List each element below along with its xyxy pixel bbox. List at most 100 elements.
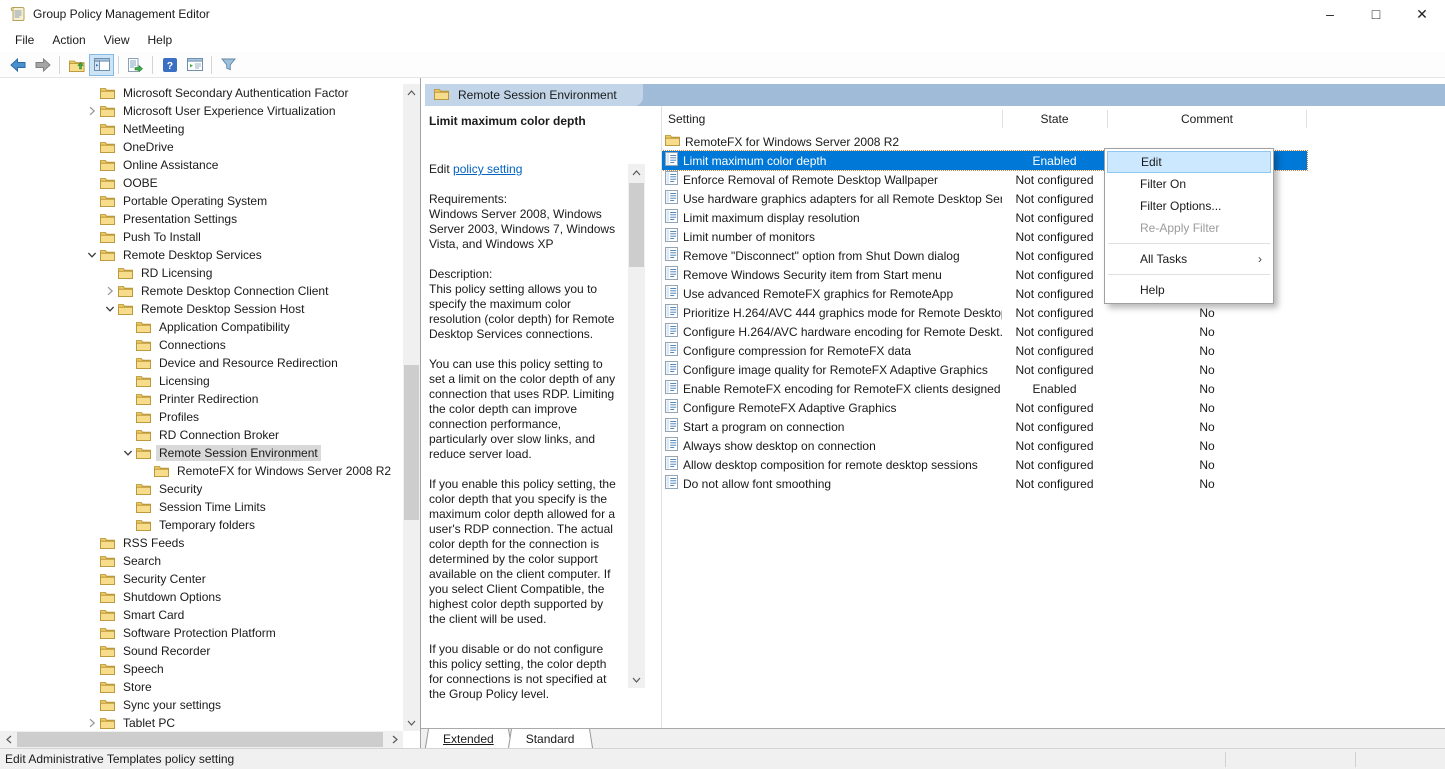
tree-item[interactable]: Tablet PC <box>0 714 403 732</box>
scroll-down-icon[interactable] <box>403 714 420 731</box>
scroll-right-icon[interactable] <box>386 731 403 748</box>
chevron-down-icon[interactable] <box>84 247 100 263</box>
scrollbar-thumb[interactable] <box>17 732 383 747</box>
table-row[interactable]: Enable RemoteFX encoding for RemoteFX cl… <box>662 379 1307 398</box>
tree-item[interactable]: Application Compatibility <box>0 318 403 336</box>
back-icon[interactable] <box>5 54 30 76</box>
close-button[interactable]: ✕ <box>1399 0 1445 28</box>
setting-cell: Limit number of monitors <box>662 228 1002 245</box>
tree-item[interactable]: Smart Card <box>0 606 403 624</box>
tree-item[interactable]: Microsoft Secondary Authentication Facto… <box>0 84 403 102</box>
scrollbar-thumb[interactable] <box>629 183 644 267</box>
tree-item[interactable]: Security <box>0 480 403 498</box>
table-row[interactable]: Configure compression for RemoteFX dataN… <box>662 341 1307 360</box>
tree-item[interactable]: OneDrive <box>0 138 403 156</box>
tree-item[interactable]: Sync your settings <box>0 696 403 714</box>
table-row[interactable]: Configure image quality for RemoteFX Ada… <box>662 360 1307 379</box>
scrollbar-thumb[interactable] <box>404 365 419 520</box>
folder-icon <box>118 267 133 279</box>
tree-vertical-scrollbar[interactable] <box>403 84 420 731</box>
scroll-up-icon[interactable] <box>403 84 420 101</box>
menu-view[interactable]: View <box>95 30 139 50</box>
chevron-down-icon[interactable] <box>102 301 118 317</box>
tree-item[interactable]: Shutdown Options <box>0 588 403 606</box>
tree-item[interactable]: RSS Feeds <box>0 534 403 552</box>
policy-setting-link[interactable]: policy setting <box>453 162 522 176</box>
tree-item[interactable]: Microsoft User Experience Virtualization <box>0 102 403 120</box>
folder-icon <box>136 519 151 531</box>
tree-item[interactable]: Device and Resource Redirection <box>0 354 403 372</box>
maximize-button[interactable]: □ <box>1353 0 1399 28</box>
tree-item[interactable]: Printer Redirection <box>0 390 403 408</box>
state-cell: Enabled <box>1002 382 1107 396</box>
tree-item[interactable]: Profiles <box>0 408 403 426</box>
tree-item-label: Security <box>156 481 205 497</box>
tree-item[interactable]: Remote Desktop Connection Client <box>0 282 403 300</box>
tree-item[interactable]: Connections <box>0 336 403 354</box>
chevron-down-icon[interactable] <box>120 445 136 461</box>
table-row[interactable]: Start a program on connectionNot configu… <box>662 417 1307 436</box>
tree-item[interactable]: Software Protection Platform <box>0 624 403 642</box>
chevron-right-icon[interactable] <box>84 103 100 119</box>
folder-icon <box>100 159 115 171</box>
table-row[interactable]: Allow desktop composition for remote des… <box>662 455 1307 474</box>
column-header-state[interactable]: State <box>1002 106 1107 132</box>
chevron-right-icon[interactable] <box>102 283 118 299</box>
tree-item[interactable]: OOBE <box>0 174 403 192</box>
tree-item[interactable]: Remote Desktop Services <box>0 246 403 264</box>
forward-icon[interactable] <box>30 54 55 76</box>
column-header-comment[interactable]: Comment <box>1107 106 1307 132</box>
context-menu-item-re-apply-filter[interactable]: Re-Apply Filter <box>1107 217 1271 239</box>
scroll-up-icon[interactable] <box>628 164 645 181</box>
tree-item[interactable]: Temporary folders <box>0 516 403 534</box>
table-row[interactable]: Configure RemoteFX Adaptive GraphicsNot … <box>662 398 1307 417</box>
details-vertical-scrollbar[interactable] <box>628 164 645 688</box>
tree-item[interactable]: Remote Desktop Session Host <box>0 300 403 318</box>
menu-file[interactable]: File <box>6 30 43 50</box>
context-menu-item-help[interactable]: Help <box>1107 279 1271 301</box>
menu-action[interactable]: Action <box>43 30 94 50</box>
tree-item[interactable]: NetMeeting <box>0 120 403 138</box>
tree-item[interactable]: Session Time Limits <box>0 498 403 516</box>
filter-icon[interactable] <box>216 54 241 76</box>
column-header-setting[interactable]: Setting <box>662 106 1002 132</box>
table-row[interactable]: Prioritize H.264/AVC 444 graphics mode f… <box>662 303 1307 322</box>
tree-item[interactable]: Presentation Settings <box>0 210 403 228</box>
up-one-level-icon[interactable] <box>64 54 89 76</box>
tree-item[interactable]: Online Assistance <box>0 156 403 174</box>
tab-extended[interactable]: Extended <box>428 729 509 748</box>
table-row[interactable]: Do not allow font smoothingNot configure… <box>662 474 1307 493</box>
state-cell: Not configured <box>1002 306 1107 320</box>
minimize-button[interactable]: – <box>1307 0 1353 28</box>
properties-window-icon[interactable] <box>182 54 207 76</box>
tree-item[interactable]: Speech <box>0 660 403 678</box>
scroll-left-icon[interactable] <box>0 731 17 748</box>
setting-cell: Prioritize H.264/AVC 444 graphics mode f… <box>662 304 1002 321</box>
tree-horizontal-scrollbar[interactable] <box>0 731 403 748</box>
tree-item[interactable]: Push To Install <box>0 228 403 246</box>
menu-help[interactable]: Help <box>139 30 182 50</box>
tree-item[interactable]: Sound Recorder <box>0 642 403 660</box>
tree-item[interactable]: Search <box>0 552 403 570</box>
policy-icon <box>665 380 678 397</box>
console-tree-icon[interactable] <box>89 54 114 76</box>
export-list-icon[interactable] <box>123 54 148 76</box>
context-menu-item-filter-options[interactable]: Filter Options... <box>1107 195 1271 217</box>
tree-item[interactable]: RemoteFX for Windows Server 2008 R2 <box>0 462 403 480</box>
tree-item[interactable]: RD Licensing <box>0 264 403 282</box>
tree-item[interactable]: Security Center <box>0 570 403 588</box>
help-icon[interactable]: ? <box>157 54 182 76</box>
context-menu-item-filter-on[interactable]: Filter On <box>1107 173 1271 195</box>
table-row[interactable]: Always show desktop on connectionNot con… <box>662 436 1307 455</box>
tree-item[interactable]: Portable Operating System <box>0 192 403 210</box>
scroll-down-icon[interactable] <box>628 671 645 688</box>
tree-item[interactable]: Licensing <box>0 372 403 390</box>
context-menu-item-all-tasks[interactable]: All Tasks› <box>1107 248 1271 270</box>
tree-item[interactable]: RD Connection Broker <box>0 426 403 444</box>
table-row[interactable]: Configure H.264/AVC hardware encoding fo… <box>662 322 1307 341</box>
context-menu-item-edit[interactable]: Edit <box>1107 151 1271 173</box>
tree-item[interactable]: Store <box>0 678 403 696</box>
tree-item[interactable]: Remote Session Environment <box>0 444 403 462</box>
tab-standard[interactable]: Standard <box>511 729 590 748</box>
chevron-right-icon[interactable] <box>84 715 100 731</box>
